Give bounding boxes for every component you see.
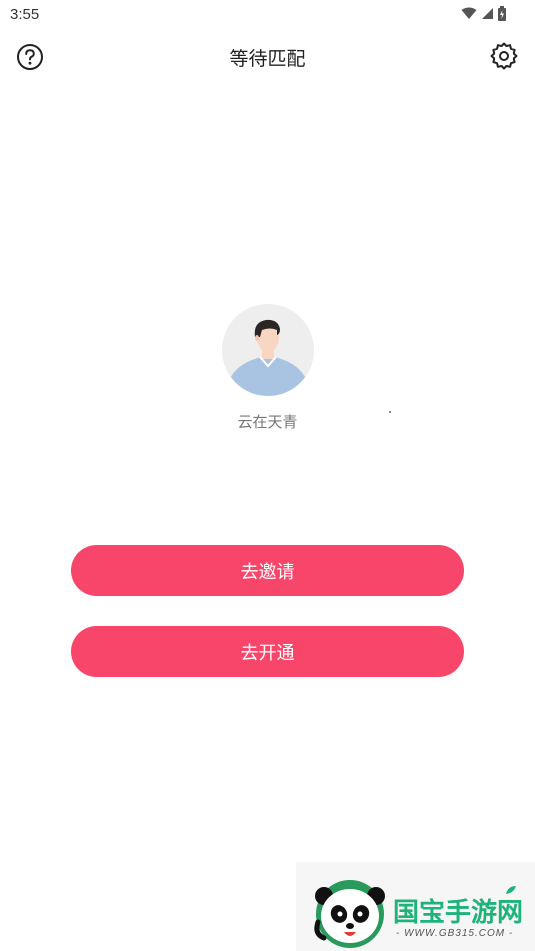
decorative-dot <box>389 411 391 413</box>
nickname: 云在天青 <box>237 413 298 431</box>
signal-icon <box>482 8 493 19</box>
status-bar: 3:55 <box>0 0 535 30</box>
watermark-url: - WWW.GB315.COM - <box>396 928 514 939</box>
status-time: 3:55 <box>10 6 40 23</box>
leaf-icon <box>506 886 516 894</box>
watermark-title: 国宝手游网 <box>393 898 524 928</box>
wifi-icon <box>461 7 477 19</box>
watermark: 国宝手游网 - WWW.GB315.COM - <box>296 862 535 951</box>
open-membership-button[interactable]: 去开通 <box>71 626 464 677</box>
panda-logo-icon <box>314 880 385 948</box>
battery-icon <box>498 6 506 21</box>
invite-button[interactable]: 去邀请 <box>71 545 464 596</box>
user-avatar-icon <box>222 304 314 396</box>
gear-icon <box>490 42 518 70</box>
app-bar: 等待匹配 <box>0 30 535 82</box>
page-title: 等待匹配 <box>229 48 306 70</box>
avatar[interactable] <box>222 304 314 396</box>
settings-button[interactable] <box>489 41 519 71</box>
status-icons <box>461 6 507 21</box>
